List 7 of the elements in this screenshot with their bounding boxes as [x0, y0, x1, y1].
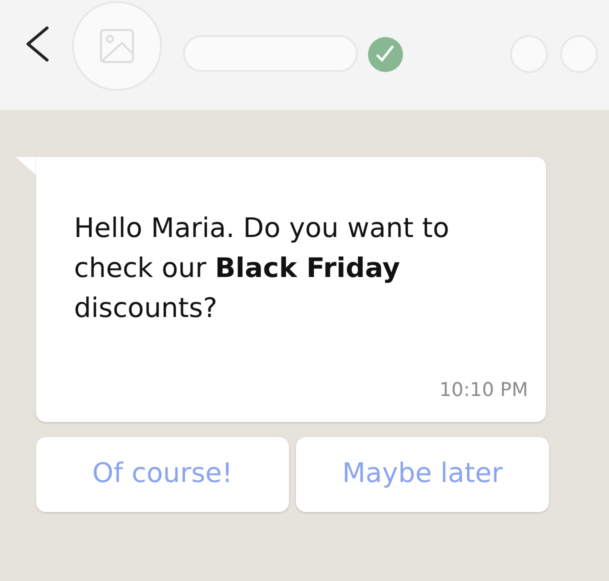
- message-time: 10:10 PM: [439, 378, 528, 402]
- back-icon[interactable]: [25, 26, 49, 62]
- image-icon: [100, 29, 134, 63]
- quick-reply-button[interactable]: Of course!: [36, 437, 289, 512]
- quick-reply-button[interactable]: Maybe later: [296, 437, 549, 512]
- check-badge-icon: [368, 37, 403, 72]
- message-text: Hello Maria. Do you want to check our Black Friday discounts?: [74, 212, 450, 326]
